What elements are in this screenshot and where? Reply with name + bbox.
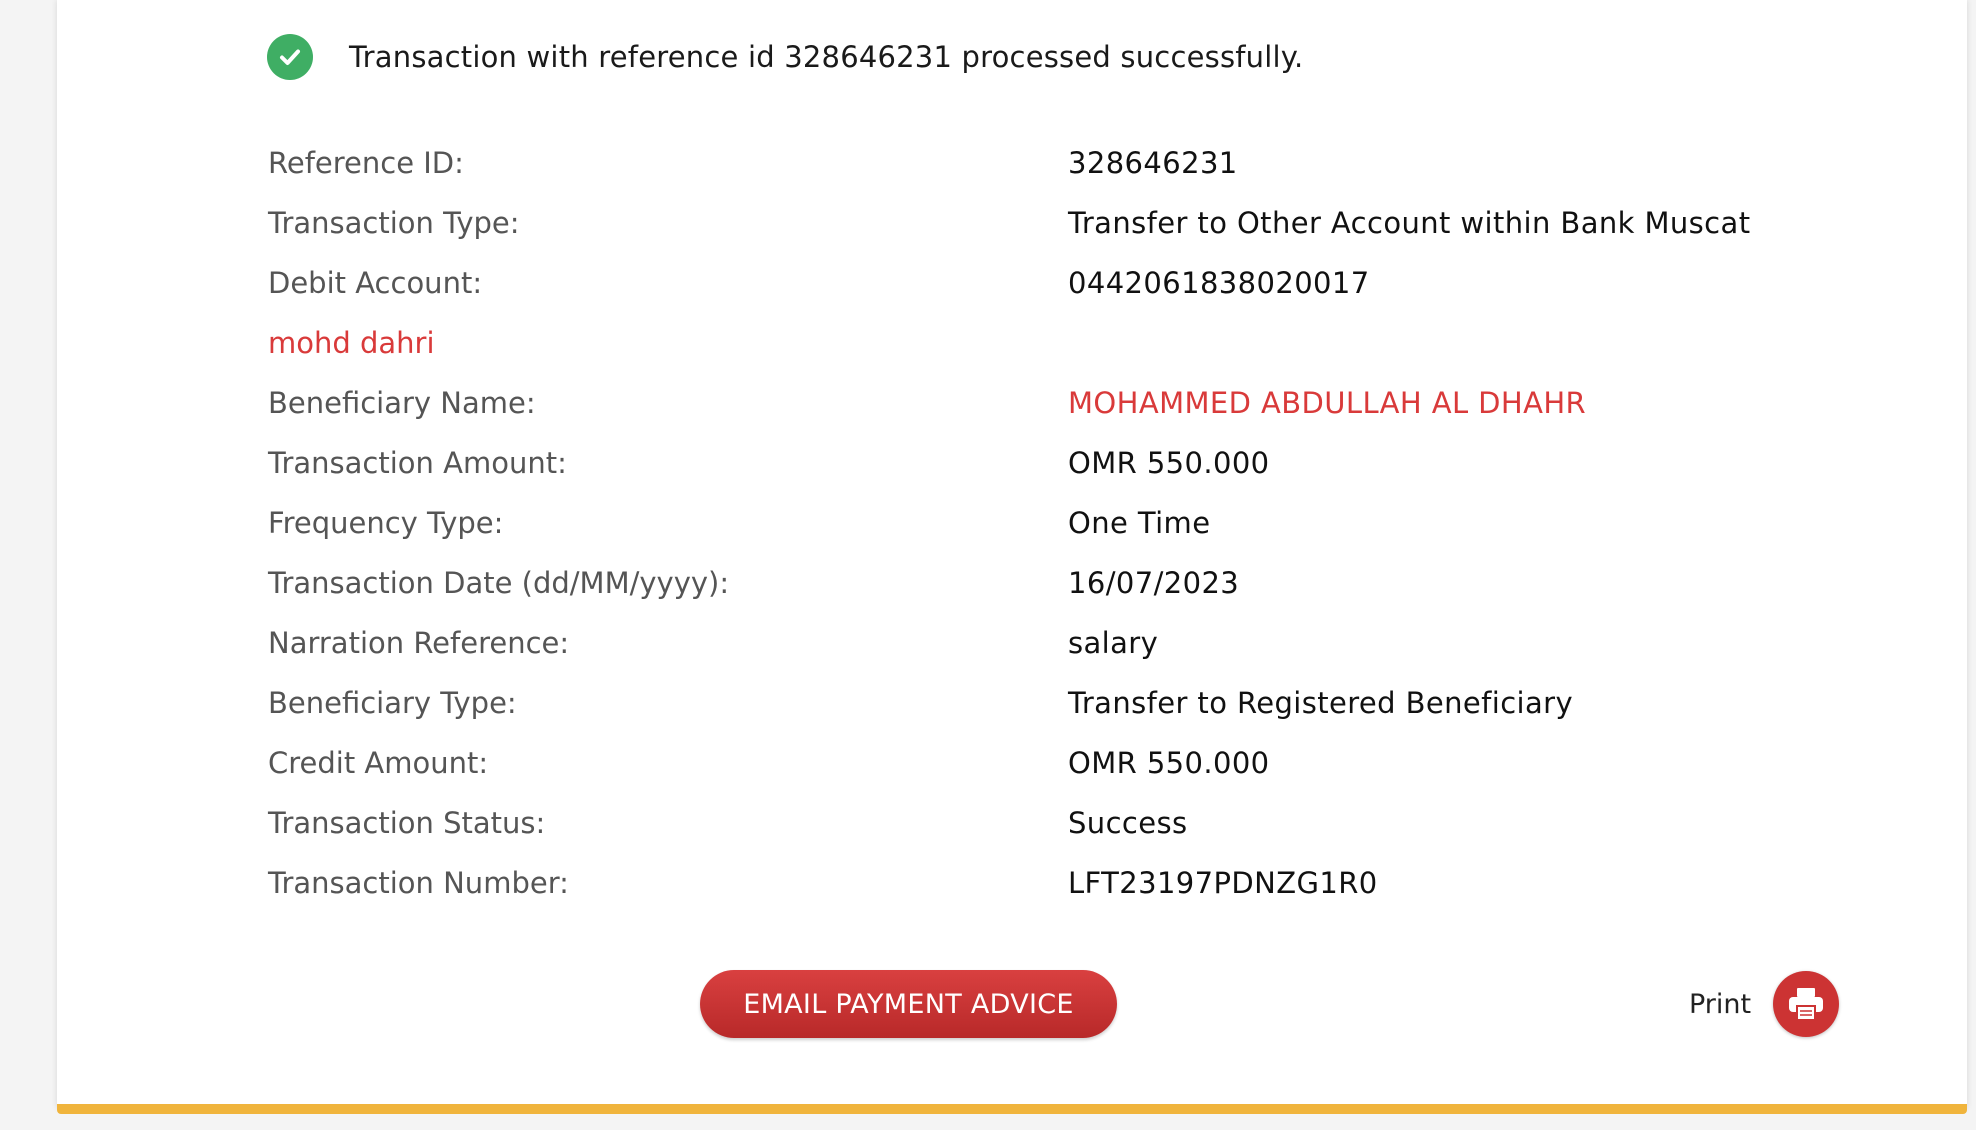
card-bottom-accent-bar [57,1104,1967,1114]
beneficiary-type-value: Transfer to Registered Beneficiary [1068,686,1574,720]
account-holder-name: mohd dahri [268,326,435,360]
frequency-type-value: One Time [1068,506,1211,540]
printer-icon[interactable] [1773,971,1840,1037]
detail-row-frequency-type: Frequency Type: One Time [268,493,1868,553]
transaction-amount-value: OMR 550.000 [1068,446,1270,480]
success-message: Transaction with reference id 328646231 … [349,40,1304,74]
print-control[interactable]: Print [1689,970,1840,1038]
narration-reference-label: Narration Reference: [268,626,570,660]
transaction-date-label: Transaction Date (dd/MM/yyyy): [268,566,730,600]
check-circle-icon [267,34,313,80]
frequency-type-label: Frequency Type: [268,506,504,540]
detail-row-account-holder: mohd dahri [268,313,1868,373]
transaction-amount-label: Transaction Amount: [268,446,567,480]
reference-id-value: 328646231 [1068,146,1238,180]
detail-row-beneficiary-name: Beneficiary Name: MOHAMMED ABDULLAH AL D… [268,373,1868,433]
reference-id-label: Reference ID: [268,146,464,180]
transaction-status-label: Transaction Status: [268,806,546,840]
transaction-date-value: 16/07/2023 [1068,566,1240,600]
beneficiary-name-label: Beneficiary Name: [268,386,536,420]
debit-account-value: 0442061838020017 [1068,266,1370,300]
detail-row-transaction-amount: Transaction Amount: OMR 550.000 [268,433,1868,493]
detail-row-beneficiary-type: Beneficiary Type: Transfer to Registered… [268,673,1868,733]
detail-row-transaction-status: Transaction Status: Success [268,793,1868,853]
transaction-confirmation-card: Transaction with reference id 328646231 … [57,0,1967,1108]
transaction-details: Reference ID: 328646231 Transaction Type… [268,133,1868,913]
beneficiary-type-label: Beneficiary Type: [268,686,517,720]
detail-row-transaction-number: Transaction Number: LFT23197PDNZG1R0 [268,853,1868,913]
transaction-type-value: Transfer to Other Account within Bank Mu… [1068,206,1751,240]
detail-row-debit-account: Debit Account: 0442061838020017 [268,253,1868,313]
detail-row-transaction-date: Transaction Date (dd/MM/yyyy): 16/07/202… [268,553,1868,613]
detail-row-credit-amount: Credit Amount: OMR 550.000 [268,733,1868,793]
transaction-type-label: Transaction Type: [268,206,520,240]
email-payment-advice-button[interactable]: EMAIL PAYMENT ADVICE [700,970,1117,1038]
transaction-number-value: LFT23197PDNZG1R0 [1068,866,1378,900]
debit-account-label: Debit Account: [268,266,483,300]
credit-amount-label: Credit Amount: [268,746,489,780]
detail-row-narration-reference: Narration Reference: salary [268,613,1868,673]
success-banner: Transaction with reference id 328646231 … [267,34,1303,80]
transaction-status-value: Success [1068,806,1188,840]
detail-row-reference-id: Reference ID: 328646231 [268,133,1868,193]
print-label: Print [1689,988,1752,1020]
action-bar: EMAIL PAYMENT ADVICE Print [57,970,1967,1040]
credit-amount-value: OMR 550.000 [1068,746,1270,780]
beneficiary-name-value: MOHAMMED ABDULLAH AL DHAHR [1068,386,1587,420]
detail-row-transaction-type: Transaction Type: Transfer to Other Acco… [268,193,1868,253]
narration-reference-value: salary [1068,626,1159,660]
transaction-number-label: Transaction Number: [268,866,569,900]
